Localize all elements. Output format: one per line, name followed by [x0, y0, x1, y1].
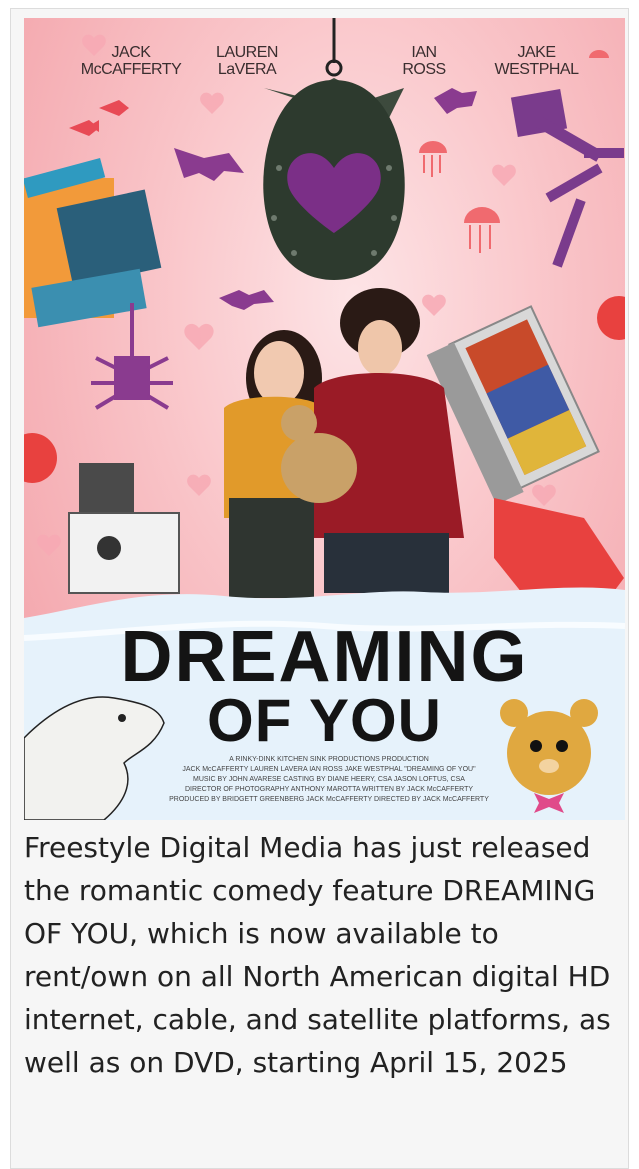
credit-line-4: DIRECTOR OF PHOTOGRAPHY ANTHONY MAROTTA … — [184, 786, 474, 793]
poster-caption: Freestyle Digital Media has just release… — [24, 831, 611, 1079]
cast-name-1-last: McCAFFERTY — [80, 61, 182, 78]
cast-name-4: JAKE WESTPHAL — [479, 44, 594, 78]
cast-name-4-last: WESTPHAL — [494, 61, 579, 78]
cast-name-3: IAN ROSS — [384, 44, 464, 78]
credit-line-1: A RINKY-DINK KITCHEN SINK PRODUCTIONS PR… — [229, 756, 429, 763]
poster-title-line2: OF YOU — [207, 687, 442, 754]
cast-name-2: LAUREN LaVERA — [202, 44, 292, 78]
movie-poster-image[interactable]: JACK McCAFFERTY LAUREN LaVERA IAN ROSS J… — [24, 18, 625, 820]
cast-name-2-first: LAUREN — [216, 44, 278, 61]
cast-name-1-first: JACK — [111, 44, 151, 61]
credit-line-3: MUSIC BY JOHN AVARESE CASTING BY DIANE H… — [193, 776, 465, 783]
credit-line-2: JACK McCAFFERTY LAUREN LAVERA IAN ROSS J… — [182, 766, 476, 773]
cast-name-1: JACK McCAFFERTY — [66, 44, 196, 78]
cast-name-2-last: LaVERA — [217, 61, 277, 78]
cast-name-4-first: JAKE — [517, 44, 556, 61]
billing-block: A RINKY-DINK KITCHEN SINK PRODUCTIONS PR… — [164, 755, 494, 805]
cast-names: JACK McCAFFERTY LAUREN LaVERA IAN ROSS J… — [24, 44, 625, 104]
cast-name-3-first: IAN — [411, 44, 437, 61]
credit-line-5: PRODUCED BY BRIDGETT GREENBERG JACK McCA… — [169, 796, 489, 803]
cast-name-3-last: ROSS — [402, 61, 446, 78]
